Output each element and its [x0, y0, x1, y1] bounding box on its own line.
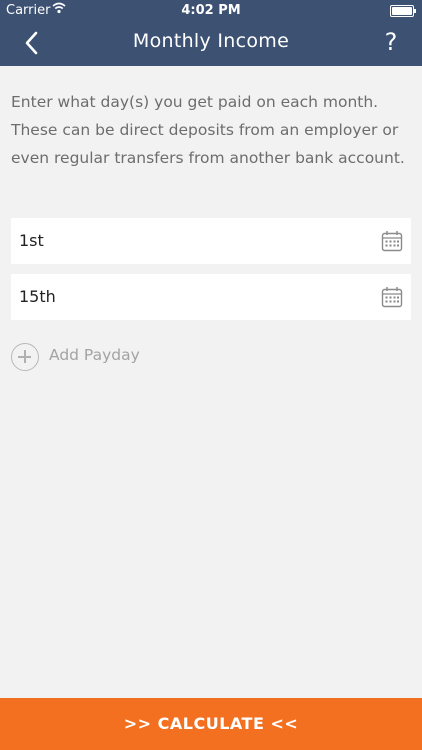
payday-value[interactable]: 1st — [19, 218, 44, 264]
calculate-button[interactable]: >> CALCULATE << — [0, 698, 422, 750]
help-button[interactable]: ? — [378, 27, 404, 57]
payday-value[interactable]: 15th — [19, 274, 56, 320]
intro-text: Enter what day(s) you get paid on each m… — [11, 93, 405, 167]
payday-field-2[interactable]: 15th — [11, 274, 411, 320]
battery-icon — [390, 5, 416, 17]
status-time: 4:02 PM — [181, 3, 241, 18]
plus-circle-icon[interactable] — [11, 343, 39, 371]
status-bar: Carrier 4:02 PM — [0, 0, 422, 22]
top-bar: Carrier 4:02 PM Monthly Income ? — [0, 0, 422, 66]
calendar-icon[interactable] — [381, 286, 403, 308]
page-title: Monthly Income — [132, 30, 290, 52]
payday-field-1[interactable]: 1st — [11, 218, 411, 264]
calendar-icon[interactable] — [381, 230, 403, 252]
add-payday-label[interactable]: Add Payday — [49, 346, 140, 364]
